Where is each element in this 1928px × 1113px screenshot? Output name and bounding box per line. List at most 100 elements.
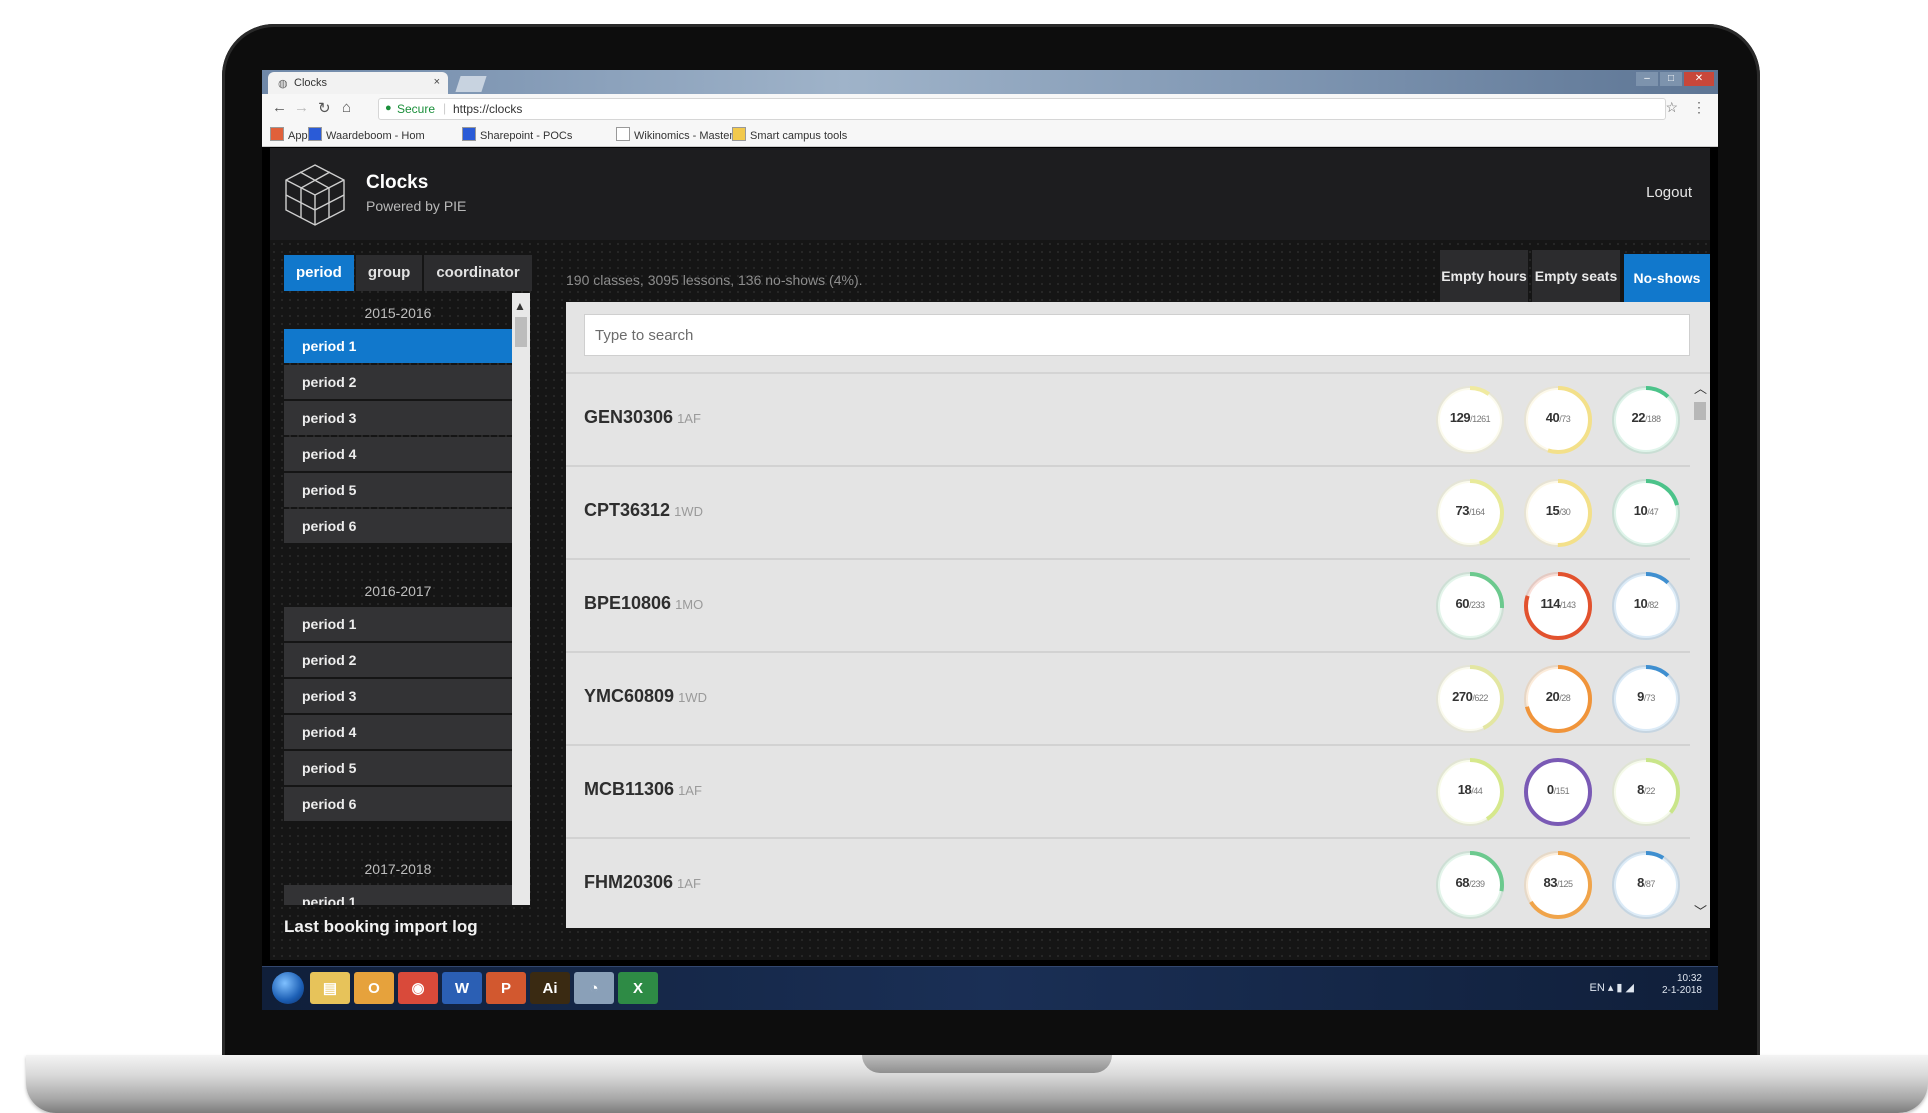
- clock-gauge[interactable]: 22/188: [1610, 384, 1682, 456]
- powerpoint-icon[interactable]: P: [486, 972, 526, 1004]
- sidebar-item-period[interactable]: period 4: [284, 437, 512, 471]
- clock-gauge[interactable]: 114/143: [1522, 570, 1594, 642]
- volume-icon[interactable]: ◢: [1626, 982, 1634, 994]
- clock-gauge[interactable]: 15/30: [1522, 477, 1594, 549]
- word-icon[interactable]: W: [442, 972, 482, 1004]
- illustrator-icon[interactable]: Ai: [530, 972, 570, 1004]
- clock-tray[interactable]: 10:32 2-1-2018: [1662, 973, 1702, 997]
- clock-gauge[interactable]: 129/1261: [1434, 384, 1506, 456]
- clock-gauge[interactable]: 0/151: [1522, 756, 1594, 828]
- clock-gauge[interactable]: 270/622: [1434, 663, 1506, 735]
- clock-gauge[interactable]: 40/73: [1522, 384, 1594, 456]
- sidebar-item-period[interactable]: period 4: [284, 715, 512, 749]
- address-separator: |: [443, 101, 447, 115]
- clock-total-value: 44: [1473, 786, 1483, 796]
- clock-count: 129: [1449, 410, 1471, 425]
- class-row[interactable]: FHM20306 1AF 68/239 83/125 8/87: [566, 839, 1690, 928]
- sidebar-item-period[interactable]: period 3: [284, 401, 512, 435]
- start-button[interactable]: [272, 972, 304, 1004]
- clock-gauge[interactable]: 10/47: [1610, 477, 1682, 549]
- tab-coordinator[interactable]: coordinator: [424, 255, 532, 291]
- search-input[interactable]: [584, 314, 1690, 356]
- tool-icon[interactable]: ◔: [574, 972, 614, 1004]
- clock-count: 270: [1452, 689, 1473, 704]
- bookmark-item[interactable]: Apps: [270, 127, 313, 142]
- tab-no-shows[interactable]: No-shows: [1624, 254, 1710, 302]
- clock-gauge[interactable]: 20/28: [1522, 663, 1594, 735]
- bookmark-star-icon[interactable]: ☆: [1665, 99, 1678, 116]
- language-indicator[interactable]: EN: [1589, 982, 1604, 994]
- class-code: GEN30306 1AF: [584, 407, 701, 428]
- clock-gauge[interactable]: 8/22: [1610, 756, 1682, 828]
- clock-total-value: 151: [1555, 786, 1570, 796]
- network-icon[interactable]: ▮: [1616, 982, 1622, 994]
- class-row[interactable]: BPE10806 1MO 60/233 114/143 10/82: [566, 560, 1690, 653]
- sidebar-item-period[interactable]: period 1: [284, 329, 512, 363]
- bookmark-item[interactable]: Waardeboom - Hom: [308, 127, 425, 142]
- maximize-icon[interactable]: □: [1660, 72, 1682, 86]
- classes-panel: GEN303061AF129/126140/7322/188CPT363121W…: [566, 302, 1710, 928]
- tab-empty-hours[interactable]: Empty hours: [1440, 250, 1528, 302]
- bookmark-item[interactable]: Wikinomics - Master: [616, 127, 733, 142]
- browser-menu-icon[interactable]: ⋮: [1692, 99, 1706, 116]
- sidebar-item-period[interactable]: period 3: [284, 679, 512, 713]
- clock-gauge[interactable]: 60/233: [1434, 570, 1506, 642]
- clock-total-value: 28: [1561, 693, 1571, 703]
- clock-gauge[interactable]: 9/73: [1610, 663, 1682, 735]
- clock-total: /82: [1647, 600, 1659, 610]
- tab-period[interactable]: period: [284, 255, 354, 291]
- clock-value: 83/125: [1522, 875, 1594, 890]
- tab-group[interactable]: group: [355, 255, 423, 291]
- explorer-icon[interactable]: ▤: [310, 972, 350, 1004]
- clock-total: /143: [1560, 600, 1576, 610]
- class-row[interactable]: MCB11306 1AF 18/44 0/151 8/22: [566, 746, 1690, 839]
- sidebar-item-period[interactable]: period 6: [284, 509, 512, 543]
- sidebar-item-period[interactable]: period 6: [284, 787, 512, 821]
- scrollbar-thumb[interactable]: [1694, 402, 1706, 420]
- clock-gauge[interactable]: 73/164: [1434, 477, 1506, 549]
- clock-gauge[interactable]: 18/44: [1434, 756, 1506, 828]
- back-arrow-icon[interactable]: ←: [272, 99, 287, 116]
- clock-count: 15: [1545, 503, 1560, 518]
- year-header: 2017-2018: [364, 861, 432, 877]
- chevron-up-icon[interactable]: ︿: [1694, 378, 1707, 397]
- sidebar-item-period[interactable]: period 5: [284, 751, 512, 785]
- bookmark-item[interactable]: Sharepoint - POCs: [462, 127, 572, 142]
- minimize-icon[interactable]: –: [1636, 72, 1658, 86]
- reload-icon[interactable]: ↻: [318, 99, 331, 117]
- home-icon[interactable]: ⌂: [342, 99, 351, 116]
- outlook-icon[interactable]: O: [354, 972, 394, 1004]
- sidebar-item-period[interactable]: period 1: [284, 607, 512, 641]
- clock-gauge[interactable]: 8/87: [1610, 849, 1682, 921]
- clock-gauge[interactable]: 10/82: [1610, 570, 1682, 642]
- chevron-down-icon[interactable]: ﹀: [1694, 901, 1707, 920]
- clock-count: 40: [1545, 410, 1560, 425]
- logout-link[interactable]: Logout: [1646, 184, 1692, 201]
- browser-tab[interactable]: ◍ Clocks ×: [268, 72, 448, 94]
- clock-gauge[interactable]: 68/239: [1434, 849, 1506, 921]
- new-tab-button[interactable]: [455, 76, 487, 92]
- sidebar-item-period[interactable]: period 1: [284, 885, 512, 905]
- class-row[interactable]: GEN30306 1AF 129/1261 40/73 22/188: [566, 374, 1690, 467]
- sidebar-item-period[interactable]: period 5: [284, 473, 512, 507]
- chrome-icon[interactable]: ◉: [398, 972, 438, 1004]
- bookmark-item[interactable]: Smart campus tools: [732, 127, 847, 142]
- class-row[interactable]: CPT36312 1WD 73/164 15/30 10/47: [566, 467, 1690, 560]
- scroll-up-icon[interactable]: ▲: [514, 299, 526, 313]
- sidebar-scrollbar[interactable]: ▲: [512, 293, 530, 905]
- panel-scrollbar[interactable]: ︿ ﹀: [1690, 374, 1710, 928]
- class-code: MCB11306 1AF: [584, 779, 702, 800]
- clock-total: /73: [1559, 414, 1571, 424]
- browser-titlebar: ◍ Clocks × – □ ✕: [262, 70, 1718, 94]
- sidebar-item-period[interactable]: period 2: [284, 643, 512, 677]
- address-bar[interactable]: ● Secure | https://clocks: [378, 98, 1666, 120]
- forward-arrow-icon[interactable]: →: [294, 99, 309, 116]
- close-window-icon[interactable]: ✕: [1684, 72, 1714, 86]
- sidebar-item-period[interactable]: period 2: [284, 365, 512, 399]
- class-row[interactable]: YMC60809 1WD 270/622 20/28 9/73: [566, 653, 1690, 746]
- scrollbar-thumb[interactable]: [515, 317, 527, 347]
- excel-icon[interactable]: X: [618, 972, 658, 1004]
- close-tab-icon[interactable]: ×: [434, 76, 440, 88]
- tab-empty-seats[interactable]: Empty seats: [1532, 250, 1620, 302]
- clock-gauge[interactable]: 83/125: [1522, 849, 1594, 921]
